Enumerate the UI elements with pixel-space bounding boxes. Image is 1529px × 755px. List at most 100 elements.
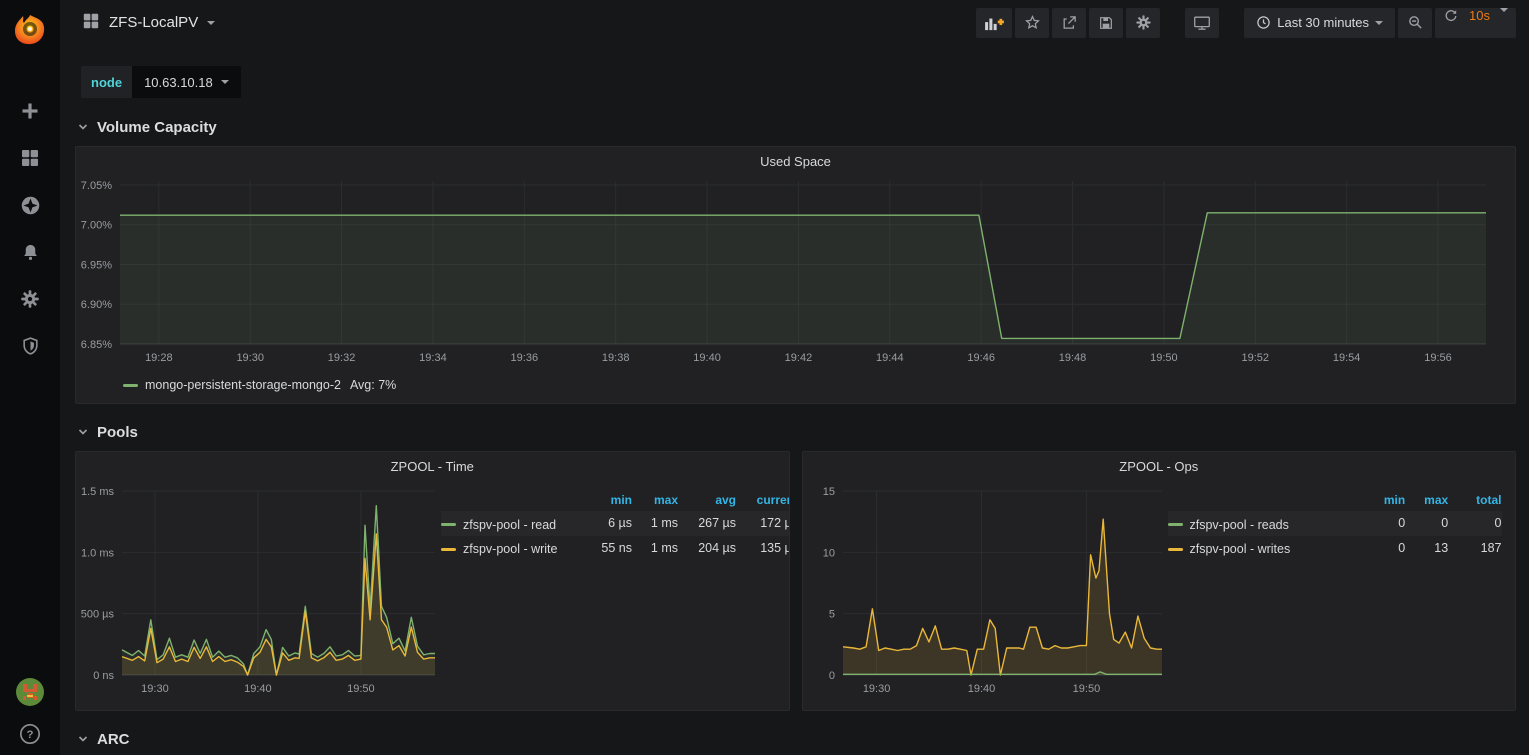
- server-admin-shield-icon[interactable]: [19, 335, 41, 357]
- legend-header-row: min max avg current: [441, 491, 790, 511]
- time-range-button[interactable]: Last 30 minutes: [1244, 8, 1395, 38]
- refresh-interval-dropdown[interactable]: 10s: [1467, 8, 1492, 38]
- legend-sort-current[interactable]: current: [736, 491, 790, 511]
- section-arc[interactable]: ARC: [77, 727, 1516, 751]
- legend-row-reads: zfspv-pool - reads 0 0 0: [1168, 511, 1502, 536]
- dashboard-grid-icon: [82, 12, 100, 33]
- svg-text:19:48: 19:48: [1059, 352, 1087, 364]
- legend-sort-min[interactable]: min: [1356, 491, 1405, 511]
- add-panel-button[interactable]: [976, 8, 1012, 38]
- svg-text:6.95%: 6.95%: [81, 259, 112, 271]
- svg-text:19:52: 19:52: [1242, 352, 1270, 364]
- svg-text:19:40: 19:40: [244, 683, 272, 695]
- legend-sort-min[interactable]: min: [582, 491, 632, 511]
- chevron-down-icon: [77, 733, 89, 745]
- title-caret-icon: [207, 21, 215, 25]
- zpool-time-panel-title[interactable]: ZPOOL - Time: [76, 452, 789, 477]
- legend-sort-max[interactable]: max: [632, 491, 678, 511]
- svg-text:19:40: 19:40: [693, 352, 721, 364]
- time-range-caret-icon: [1375, 21, 1383, 25]
- zpool-ops-chart[interactable]: 05101519:3019:4019:50: [803, 477, 1168, 705]
- series-label: zfspv-pool - read: [463, 518, 556, 532]
- legend-row-write: zfspv-pool - write 55 ns 1 ms 204 µs 135…: [441, 536, 790, 561]
- section-title: ARC: [97, 731, 130, 748]
- legend-sort-max[interactable]: max: [1405, 491, 1448, 511]
- cycle-view-mode-button[interactable]: [1185, 8, 1219, 38]
- configuration-gear-icon[interactable]: [19, 288, 41, 310]
- series-toggle[interactable]: zfspv-pool - write: [441, 542, 557, 556]
- used-space-panel: Used Space 6.85%6.90%6.95%7.00%7.05%19:2…: [75, 146, 1516, 404]
- user-avatar[interactable]: [15, 677, 45, 707]
- series-toggle[interactable]: zfspv-pool - read: [441, 518, 556, 532]
- series-swatch: [1168, 523, 1183, 526]
- svg-text:500 µs: 500 µs: [81, 609, 115, 621]
- used-space-chart[interactable]: 6.85%6.90%6.95%7.00%7.05%19:2819:3019:32…: [76, 172, 1512, 372]
- refresh-button-group: 10s: [1435, 8, 1516, 38]
- used-space-panel-title[interactable]: Used Space: [76, 147, 1515, 172]
- svg-text:19:54: 19:54: [1333, 352, 1361, 364]
- stat-min: 6 µs: [582, 511, 632, 536]
- svg-text:19:50: 19:50: [1072, 683, 1100, 695]
- submenu-row: node 10.63.10.18: [75, 66, 1516, 98]
- save-button[interactable]: [1089, 8, 1123, 38]
- section-title: Volume Capacity: [97, 119, 217, 136]
- svg-text:19:44: 19:44: [876, 352, 904, 364]
- refresh-icon[interactable]: [1443, 8, 1459, 38]
- zpool-time-legend: min max avg current zfspv-pool - read 6 …: [441, 477, 789, 705]
- node-variable: node 10.63.10.18: [81, 66, 241, 98]
- grafana-logo[interactable]: [0, 0, 60, 60]
- pools-panel-row: ZPOOL - Time 0 ns500 µs1.0 ms1.5 ms19:30…: [75, 451, 1516, 711]
- stat-max: 1 ms: [632, 536, 678, 561]
- dashboards-icon[interactable]: [19, 147, 41, 169]
- used-space-legend-item[interactable]: mongo-persistent-storage-mongo-2 Avg: 7%: [76, 378, 1515, 392]
- legend-sort-avg[interactable]: avg: [678, 491, 736, 511]
- zpool-ops-panel: ZPOOL - Ops 05101519:3019:4019:50 min ma…: [802, 451, 1517, 711]
- node-variable-dropdown[interactable]: 10.63.10.18: [132, 66, 241, 98]
- dashboard-settings-button[interactable]: [1126, 8, 1160, 38]
- dashboard-content: node 10.63.10.18 Volume Capacity Used Sp…: [60, 45, 1529, 755]
- svg-text:19:36: 19:36: [511, 352, 539, 364]
- svg-text:?: ?: [27, 729, 34, 741]
- section-pools[interactable]: Pools: [77, 420, 1516, 444]
- zpool-ops-panel-title[interactable]: ZPOOL - Ops: [803, 452, 1516, 477]
- share-button[interactable]: [1052, 8, 1086, 38]
- explore-compass-icon[interactable]: [19, 194, 41, 216]
- refresh-caret-icon: [1500, 8, 1508, 12]
- section-volume-capacity[interactable]: Volume Capacity: [77, 115, 1516, 139]
- legend-sort-total[interactable]: total: [1448, 491, 1501, 511]
- chevron-down-icon: [77, 121, 89, 133]
- svg-text:1.0 ms: 1.0 ms: [81, 547, 115, 559]
- stat-current: 172 µs: [736, 511, 790, 536]
- stat-min: 55 ns: [582, 536, 632, 561]
- stat-min: 0: [1356, 511, 1405, 536]
- svg-text:19:42: 19:42: [785, 352, 813, 364]
- help-icon[interactable]: ?: [19, 723, 41, 745]
- legend-header-row: min max total: [1168, 491, 1502, 511]
- sidebar: ?: [0, 0, 60, 755]
- svg-text:6.85%: 6.85%: [81, 339, 112, 351]
- svg-text:19:46: 19:46: [967, 352, 995, 364]
- zpool-time-chart[interactable]: 0 ns500 µs1.0 ms1.5 ms19:3019:4019:50: [76, 477, 441, 705]
- svg-text:19:32: 19:32: [328, 352, 356, 364]
- svg-text:19:30: 19:30: [141, 683, 169, 695]
- stat-current: 135 µs: [736, 536, 790, 561]
- series-avg-value: Avg: 7%: [350, 378, 396, 392]
- stat-max: 13: [1405, 536, 1448, 561]
- time-range-label: Last 30 minutes: [1277, 15, 1369, 30]
- section-title: Pools: [97, 424, 138, 441]
- series-toggle[interactable]: zfspv-pool - writes: [1168, 542, 1291, 556]
- legend-row-read: zfspv-pool - read 6 µs 1 ms 267 µs 172 µ…: [441, 511, 790, 536]
- star-button[interactable]: [1015, 8, 1049, 38]
- legend-row-writes: zfspv-pool - writes 0 13 187: [1168, 536, 1502, 561]
- svg-text:19:28: 19:28: [145, 352, 173, 364]
- svg-text:19:38: 19:38: [602, 352, 630, 364]
- zoom-out-button[interactable]: [1398, 8, 1432, 38]
- dashboard-title-button[interactable]: ZFS-LocalPV: [82, 12, 215, 33]
- svg-text:0: 0: [828, 670, 834, 682]
- stat-avg: 204 µs: [678, 536, 736, 561]
- create-plus-icon[interactable]: [19, 100, 41, 122]
- stat-max: 0: [1405, 511, 1448, 536]
- series-toggle[interactable]: zfspv-pool - reads: [1168, 518, 1289, 532]
- alerting-bell-icon[interactable]: [19, 241, 41, 263]
- series-swatch: [441, 523, 456, 526]
